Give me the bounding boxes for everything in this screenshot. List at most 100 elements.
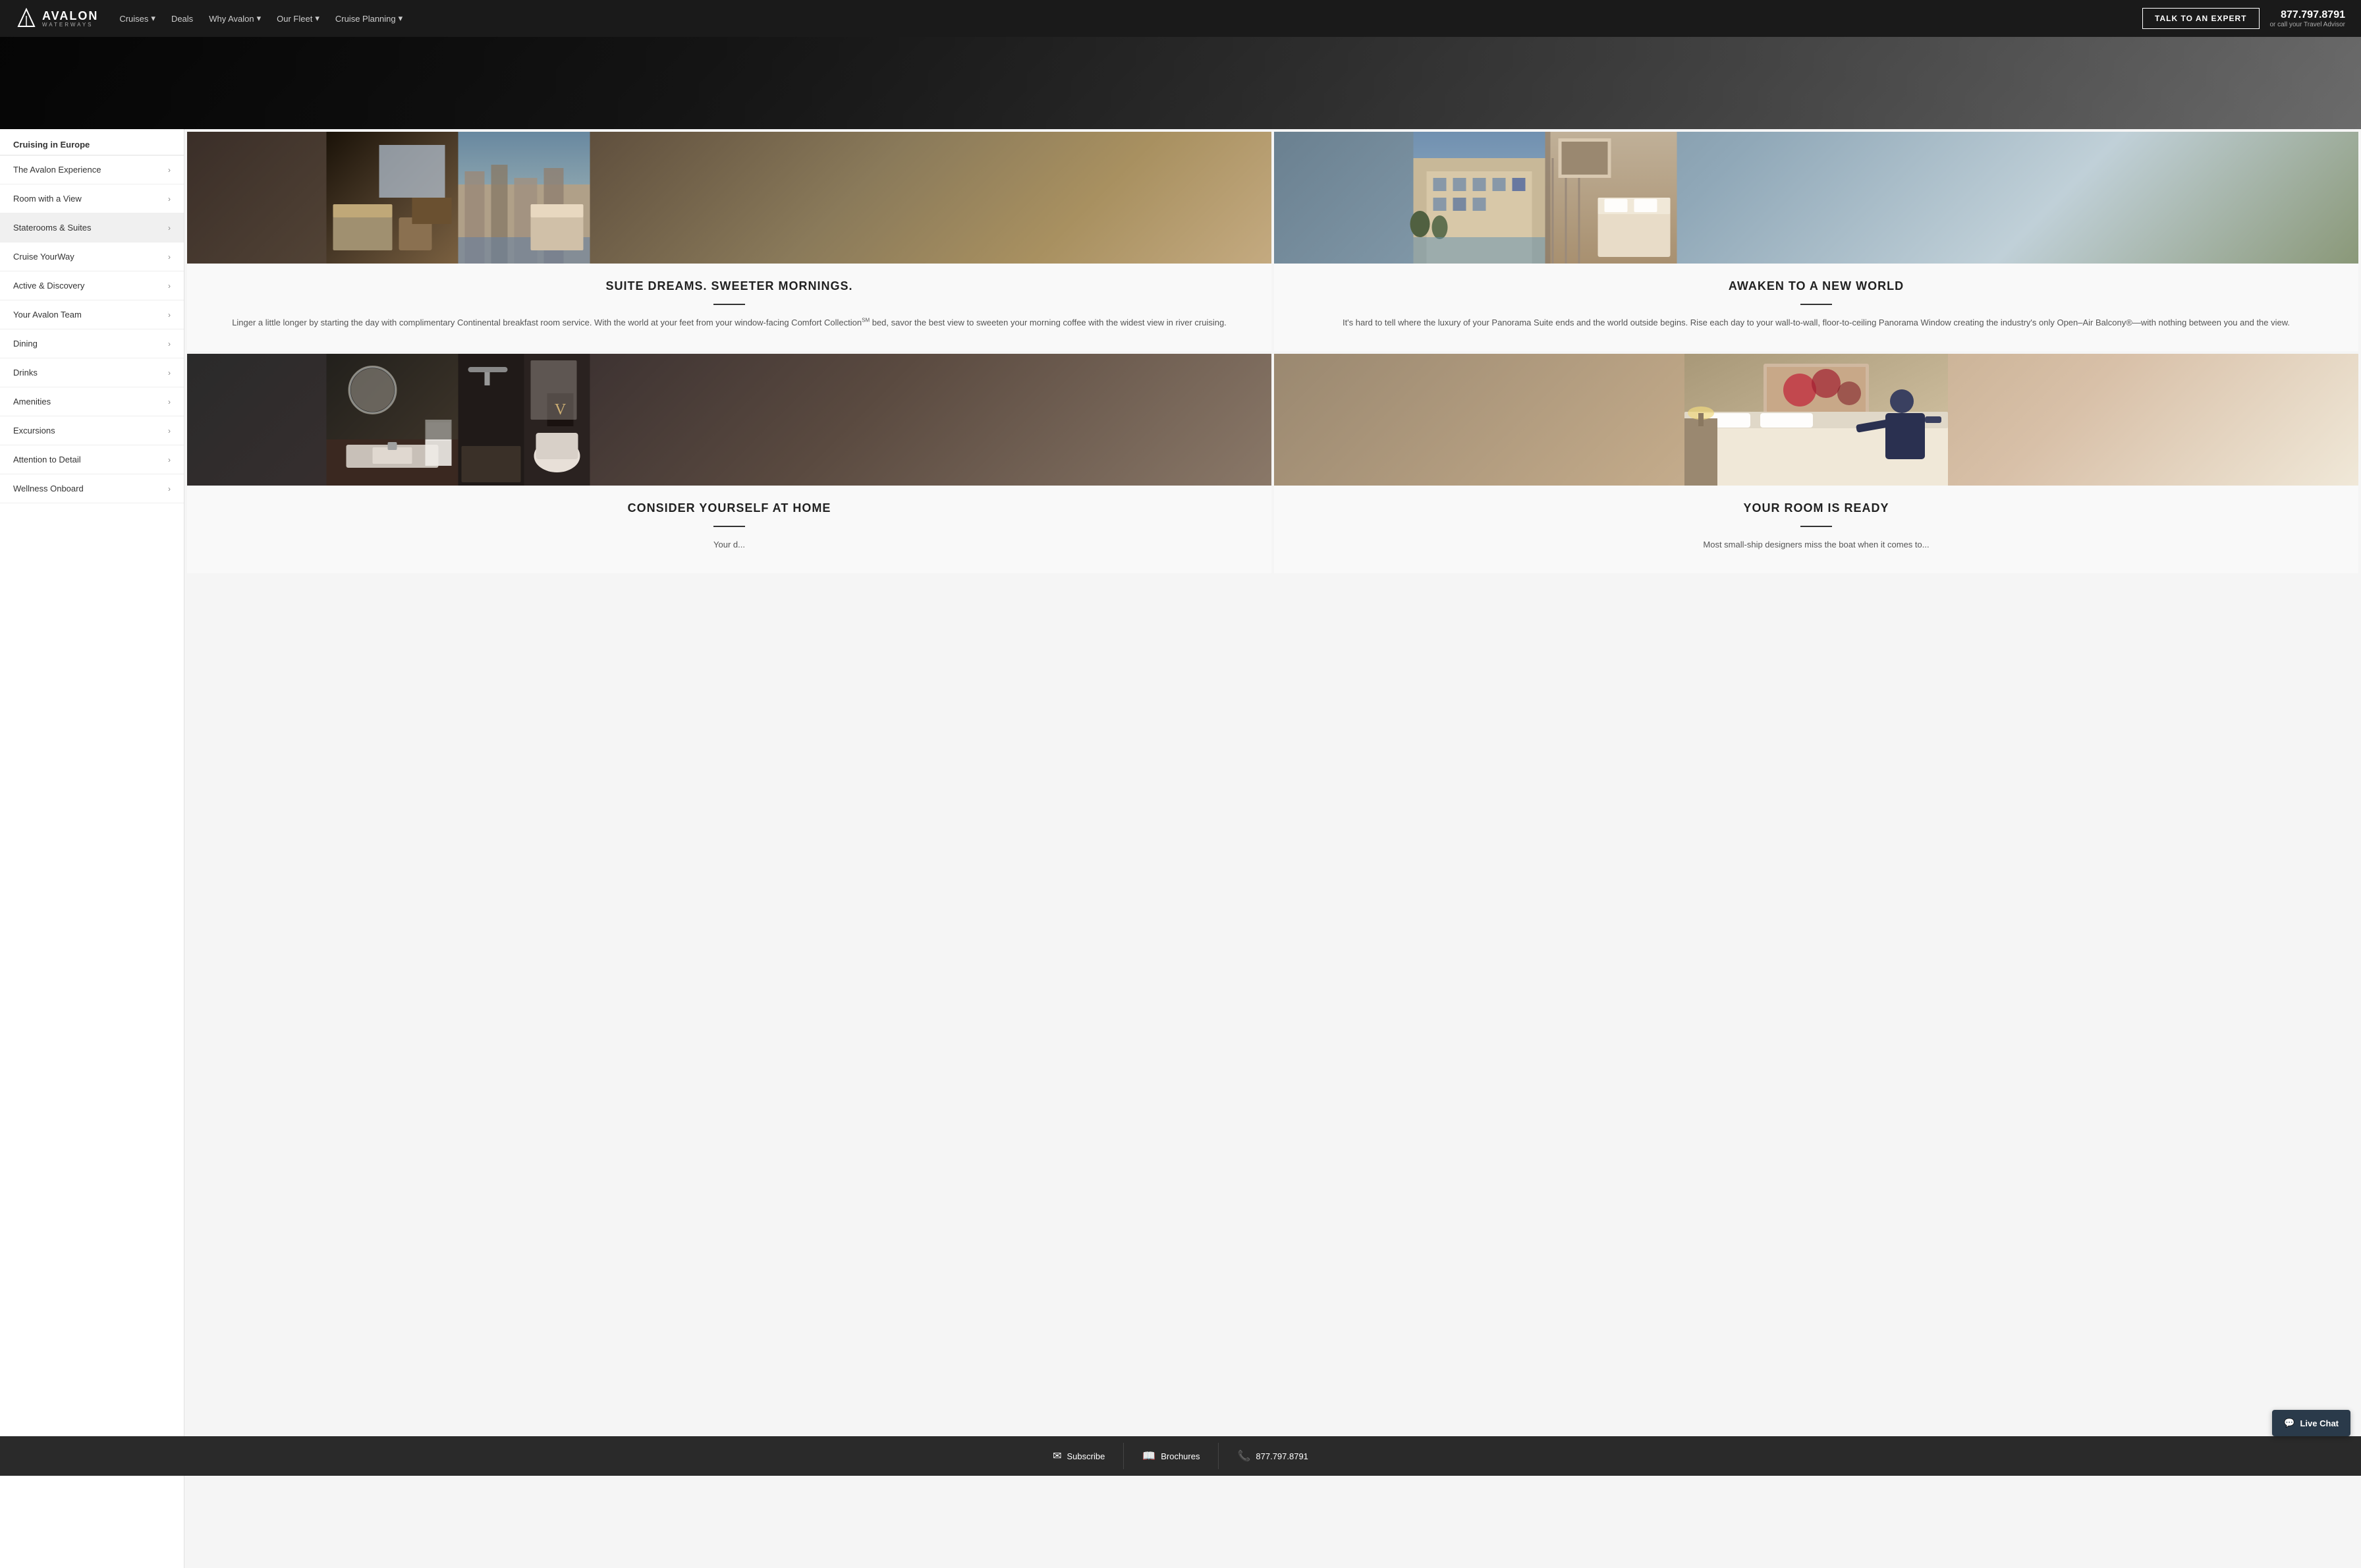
- live-chat-label: Live Chat: [2300, 1418, 2339, 1428]
- bottom-phone-label: 877.797.8791: [1256, 1451, 1308, 1461]
- nav-cruises[interactable]: Cruises ▾: [119, 13, 155, 24]
- card-image-suite: [187, 132, 1271, 264]
- card-divider: [1800, 304, 1832, 305]
- sidebar-item-excursions[interactable]: Excursions ›: [0, 416, 184, 445]
- card-body-awaken: AWAKEN TO A NEW WORLD It's hard to tell …: [1274, 264, 2358, 351]
- sidebar-item-avalon-experience[interactable]: The Avalon Experience ›: [0, 155, 184, 184]
- nav-cruise-planning[interactable]: Cruise Planning ▾: [335, 13, 403, 24]
- sidebar-category: Cruising in Europe: [0, 129, 184, 155]
- bed-image-svg: [1274, 354, 2358, 486]
- brochures-button[interactable]: 📖 Brochures: [1124, 1443, 1219, 1469]
- sidebar-item-avalon-team[interactable]: Your Avalon Team ›: [0, 300, 184, 329]
- sidebar-item-label: The Avalon Experience: [13, 165, 101, 175]
- logo-waterways: WATERWAYS: [42, 22, 98, 28]
- sidebar-item-label: Your Avalon Team: [13, 310, 82, 320]
- card-suite-dreams: SUITE DREAMS. SWEETER MORNINGS. Linger a…: [187, 132, 1271, 351]
- phone-button[interactable]: 📞 877.797.8791: [1219, 1443, 1326, 1469]
- sidebar-item-active-discovery[interactable]: Active & Discovery ›: [0, 271, 184, 300]
- sidebar-item-dining[interactable]: Dining ›: [0, 329, 184, 358]
- card-divider: [713, 304, 745, 305]
- logo[interactable]: AVALON WATERWAYS: [16, 8, 98, 29]
- bottom-bar: ✉ Subscribe 📖 Brochures 📞 877.797.8791: [0, 1436, 2361, 1476]
- sidebar-item-label: Dining: [13, 339, 38, 349]
- phone-number: 877.797.8791: [2270, 9, 2346, 21]
- sidebar-item-wellness[interactable]: Wellness Onboard ›: [0, 474, 184, 503]
- card-body-home: CONSIDER YOURSELF AT HOME Your d...: [187, 486, 1271, 573]
- sidebar-item-label: Attention to Detail: [13, 455, 81, 464]
- nav-links: Cruises ▾ Deals Why Avalon ▾ Our Fleet ▾…: [119, 13, 2142, 24]
- card-text-awaken: It's hard to tell where the luxury of yo…: [1295, 316, 2337, 330]
- nav-our-fleet[interactable]: Our Fleet ▾: [277, 13, 319, 24]
- subscribe-button[interactable]: ✉ Subscribe: [1034, 1443, 1124, 1469]
- card-title-room-ready: YOUR ROOM IS READY: [1295, 501, 2337, 515]
- card-text-room-ready: Most small-ship designers miss the boat …: [1295, 538, 2337, 552]
- sidebar-item-label: Active & Discovery: [13, 281, 84, 291]
- card-divider: [1800, 526, 1832, 527]
- card-room-ready: YOUR ROOM IS READY Most small-ship desig…: [1274, 354, 2358, 573]
- chevron-right-icon: ›: [168, 252, 171, 262]
- hero-bg: [0, 37, 2361, 129]
- chevron-down-icon: ▾: [399, 13, 403, 24]
- card-text-suite: Linger a little longer by starting the d…: [208, 316, 1250, 330]
- chevron-right-icon: ›: [168, 223, 171, 233]
- sidebar-item-label: Staterooms & Suites: [13, 223, 92, 233]
- card-body-suite: SUITE DREAMS. SWEETER MORNINGS. Linger a…: [187, 264, 1271, 351]
- sidebar-item-label: Drinks: [13, 368, 38, 378]
- sidebar-item-label: Wellness Onboard: [13, 484, 84, 493]
- chevron-right-icon: ›: [168, 339, 171, 349]
- content-area: SUITE DREAMS. SWEETER MORNINGS. Linger a…: [184, 129, 2361, 1568]
- chevron-right-icon: ›: [168, 310, 171, 320]
- chat-icon: 💬: [2284, 1418, 2294, 1428]
- sidebar-item-label: Cruise YourWay: [13, 252, 74, 262]
- main-layout: Cruising in Europe The Avalon Experience…: [0, 129, 2361, 1568]
- chevron-down-icon: ▾: [315, 13, 319, 24]
- panorama-image-svg: [1274, 132, 1816, 264]
- card-title-suite: SUITE DREAMS. SWEETER MORNINGS.: [208, 279, 1250, 293]
- sidebar-item-drinks[interactable]: Drinks ›: [0, 358, 184, 387]
- hero-area: [0, 37, 2361, 129]
- chevron-right-icon: ›: [168, 281, 171, 291]
- card-body-room-ready: YOUR ROOM IS READY Most small-ship desig…: [1274, 486, 2358, 573]
- card-title-home: CONSIDER YOURSELF AT HOME: [208, 501, 1250, 515]
- sidebar-item-label: Room with a View: [13, 194, 82, 204]
- suite-image-svg: [187, 132, 729, 264]
- live-chat-button[interactable]: 💬 Live Chat: [2272, 1410, 2350, 1436]
- card-awaken: AWAKEN TO A NEW WORLD It's hard to tell …: [1274, 132, 2358, 351]
- sidebar-item-staterooms[interactable]: Staterooms & Suites ›: [0, 213, 184, 242]
- card-consider-home: V CONSIDER YOURSELF AT HOME Your d...: [187, 354, 1271, 573]
- navigation: AVALON WATERWAYS Cruises ▾ Deals Why Ava…: [0, 0, 2361, 37]
- chevron-down-icon: ▾: [151, 13, 155, 24]
- card-image-bed: [1274, 354, 2358, 486]
- sidebar-item-room-view[interactable]: Room with a View ›: [0, 184, 184, 213]
- card-title-awaken: AWAKEN TO A NEW WORLD: [1295, 279, 2337, 293]
- chevron-right-icon: ›: [168, 397, 171, 406]
- chevron-right-icon: ›: [168, 484, 171, 493]
- nav-deals[interactable]: Deals: [171, 14, 193, 24]
- avalon-logo-icon: [16, 8, 37, 29]
- card-image-panorama: [1274, 132, 2358, 264]
- chevron-right-icon: ›: [168, 194, 171, 204]
- sidebar-item-label: Excursions: [13, 426, 55, 435]
- chevron-down-icon: ▾: [257, 13, 262, 24]
- sidebar-item-attention-detail[interactable]: Attention to Detail ›: [0, 445, 184, 474]
- chevron-right-icon: ›: [168, 426, 171, 435]
- bathroom-image-svg: V: [187, 354, 729, 486]
- brochures-icon: 📖: [1142, 1449, 1155, 1463]
- hero-left: [0, 37, 2361, 129]
- subscribe-label: Subscribe: [1067, 1451, 1105, 1461]
- phone-icon: 📞: [1237, 1449, 1250, 1463]
- phone-block: 877.797.8791 or call your Travel Advisor: [2270, 9, 2346, 28]
- nav-cta: TALK TO AN EXPERT 877.797.8791 or call y…: [2142, 8, 2345, 29]
- chevron-right-icon: ›: [168, 368, 171, 378]
- content-grid: SUITE DREAMS. SWEETER MORNINGS. Linger a…: [184, 129, 2361, 576]
- logo-name: AVALON: [42, 9, 98, 22]
- card-text-home: Your d...: [208, 538, 1250, 552]
- chevron-right-icon: ›: [168, 455, 171, 464]
- phone-sub: or call your Travel Advisor: [2270, 21, 2346, 28]
- talk-to-expert-button[interactable]: TALK TO AN EXPERT: [2142, 8, 2259, 29]
- sidebar-item-cruise-yourway[interactable]: Cruise YourWay ›: [0, 242, 184, 271]
- nav-why-avalon[interactable]: Why Avalon ▾: [209, 13, 261, 24]
- sidebar-item-amenities[interactable]: Amenities ›: [0, 387, 184, 416]
- brochures-label: Brochures: [1161, 1451, 1200, 1461]
- subscribe-icon: ✉: [1053, 1449, 1061, 1463]
